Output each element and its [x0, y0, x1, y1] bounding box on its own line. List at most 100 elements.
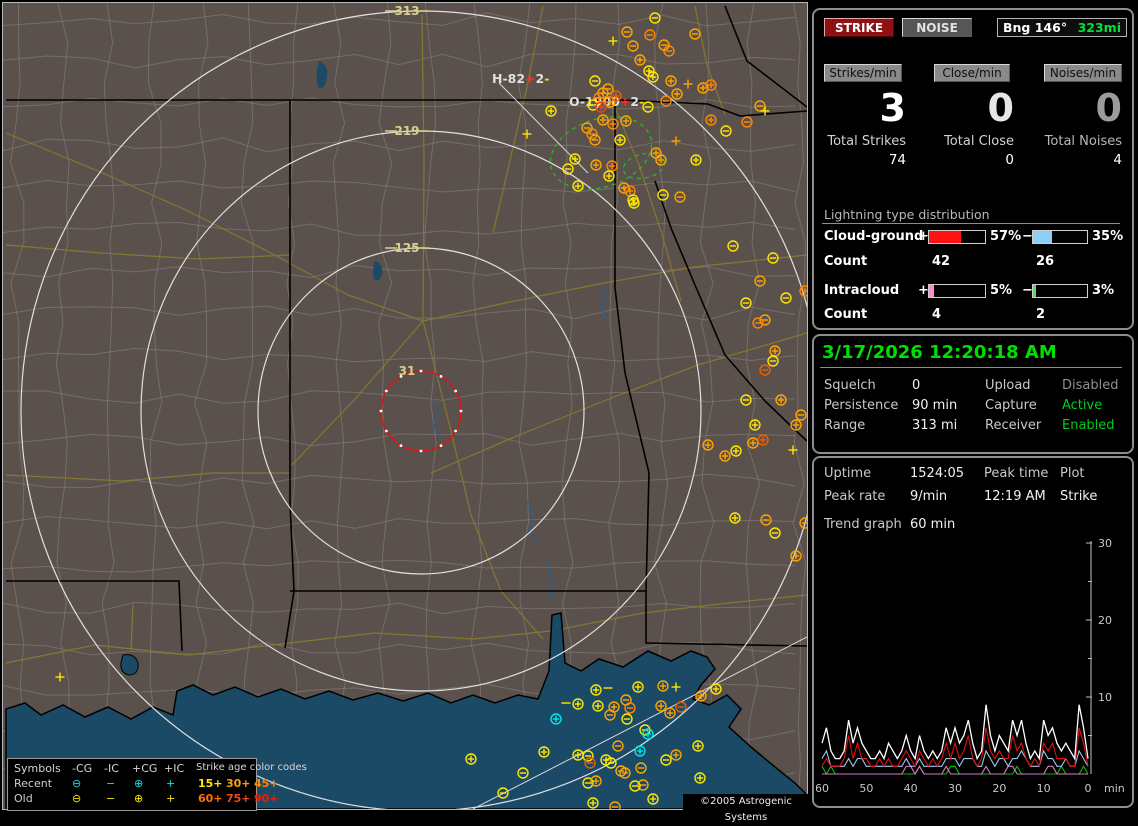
- map-legend: Symbols -CG -IC +CG +IC Strike age color…: [7, 758, 307, 811]
- svg-text:219: 219: [394, 124, 419, 138]
- recent-nic-icon: −: [106, 777, 116, 790]
- persistence-label: Persistence: [824, 398, 899, 413]
- svg-text:0: 0: [1085, 782, 1092, 795]
- old-pic-icon: +: [166, 792, 176, 805]
- svg-text:313: 313: [394, 4, 419, 18]
- svg-text:40: 40: [904, 782, 918, 795]
- noises-per-min-chip[interactable]: Noises/min: [1044, 64, 1122, 82]
- svg-text:min: min: [1104, 782, 1125, 795]
- age-75: 75+: [226, 792, 251, 805]
- neg-ic-bar: [1032, 284, 1088, 298]
- svg-text:10: 10: [1098, 691, 1112, 704]
- legend-row-recent-label: Recent: [14, 777, 53, 790]
- noises-column: 0 Total Noises 4: [1032, 88, 1122, 168]
- pos-ic-pct: 5%: [990, 283, 1013, 298]
- trend-graph-label: Trend graph: [824, 517, 902, 532]
- pos-ic-count: 4: [932, 307, 942, 322]
- sidebar: STRIKE NOISE Bng 146° 323mi Strikes/min …: [810, 0, 1138, 812]
- squelch-value: 0: [912, 378, 921, 393]
- strike-stats-panel: STRIKE NOISE Bng 146° 323mi Strikes/min …: [812, 8, 1134, 330]
- old-ncg-icon: ⊖: [72, 792, 82, 805]
- age-60: 60+: [198, 792, 223, 805]
- legend-col-nic: -IC: [104, 762, 119, 775]
- map-svg: 31321912531 H-82+2-O-1900+2-: [3, 3, 807, 809]
- capture-status: Active: [1062, 398, 1103, 413]
- old-pcg-icon: ⊕: [134, 792, 144, 805]
- squelch-label: Squelch: [824, 378, 876, 393]
- cloud-ground-label: Cloud-ground: [824, 229, 924, 244]
- app-window: 313 219 125 31 H-82+2- O-1900+2- Symbols -CG…: [0, 0, 1138, 823]
- strikes-per-min-chip[interactable]: Strikes/min: [824, 64, 902, 82]
- close-per-min-value: 0: [987, 86, 1014, 130]
- old-nic-icon: −: [106, 792, 116, 805]
- svg-text:20: 20: [1098, 614, 1112, 627]
- divider: [822, 223, 1120, 224]
- range-label: Range: [824, 418, 866, 433]
- legend-age-title: Strike age color codes: [196, 762, 307, 773]
- recent-pcg-icon: ⊕: [134, 777, 144, 790]
- recent-ncg-icon: ⊖: [72, 777, 82, 790]
- age-30: 30+: [226, 777, 251, 790]
- uptime-value: 1524:05: [910, 466, 965, 481]
- divider: [820, 367, 1122, 368]
- pos-cg-pct: 57%: [990, 229, 1022, 244]
- close-column: 0 Total Close 0: [924, 88, 1014, 168]
- recent-pic-icon: +: [166, 777, 176, 790]
- persistence-value: 90 min: [912, 398, 958, 413]
- svg-text:30: 30: [1098, 537, 1112, 550]
- uptime-label: Uptime: [824, 466, 872, 481]
- legend-col-ncg: -CG: [72, 762, 93, 775]
- age-90: 90+: [254, 792, 279, 805]
- peak-rate-value: 9/min: [910, 489, 948, 504]
- distribution-title: Lightning type distribution: [824, 207, 990, 222]
- capture-label: Capture: [985, 398, 1037, 413]
- svg-text:H-82+2-: H-82+2-: [492, 71, 549, 86]
- total-close-label: Total Close: [944, 134, 1014, 149]
- age-15: 15+: [198, 777, 223, 790]
- upload-status: Disabled: [1062, 378, 1119, 393]
- bearing-indicator: Bng 146° 323mi: [997, 18, 1127, 37]
- pos-ic-bar: [928, 284, 986, 298]
- trend-panel: Uptime 1524:05 Peak time Plot Peak rate …: [812, 456, 1134, 808]
- map-canvas[interactable]: 313 219 125 31 H-82+2- O-1900+2- Symbols -CG…: [2, 2, 809, 823]
- svg-text:10: 10: [1037, 782, 1051, 795]
- legend-col-pic: +IC: [164, 762, 185, 775]
- pos-cg-count: 42: [932, 254, 951, 269]
- svg-text:20: 20: [992, 782, 1006, 795]
- total-close-value: 0: [1005, 152, 1014, 168]
- trend-graph-window: 60 min: [910, 517, 956, 532]
- datetime-display: 3/17/2026 12:20:18 AM: [822, 342, 1057, 363]
- legend-col-pcg: +CG: [132, 762, 158, 775]
- strike-button[interactable]: STRIKE: [824, 18, 894, 37]
- svg-text:125: 125: [394, 241, 419, 255]
- close-per-min-chip[interactable]: Close/min: [934, 64, 1010, 82]
- total-noises-value: 4: [1113, 152, 1122, 168]
- age-45: 45+: [254, 777, 279, 790]
- legend-symbols-title: Symbols: [14, 762, 61, 775]
- pos-cg-bar: [928, 230, 986, 244]
- svg-text:60: 60: [816, 782, 829, 795]
- range-value: 313 mi: [912, 418, 958, 433]
- upload-label: Upload: [985, 378, 1031, 393]
- neg-cg-count: 26: [1036, 254, 1055, 269]
- legend-row-old-label: Old: [14, 792, 33, 805]
- bearing-label: Bng 146°: [1003, 20, 1068, 35]
- noise-button[interactable]: NOISE: [902, 18, 972, 37]
- neg-ic-count: 2: [1036, 307, 1046, 322]
- bearing-range: 323mi: [1077, 20, 1121, 35]
- plot-label: Plot: [1060, 466, 1085, 481]
- receiver-label: Receiver: [985, 418, 1042, 433]
- strikes-column: 3 Total Strikes 74: [820, 88, 906, 168]
- plot-mode-value: Strike: [1060, 489, 1098, 504]
- intracloud-label: Intracloud: [824, 283, 900, 298]
- count-label: Count: [824, 254, 868, 269]
- strikes-per-min-value: 3: [879, 86, 906, 130]
- total-strikes-value: 74: [888, 152, 906, 168]
- noises-per-min-value: 0: [1095, 86, 1122, 130]
- peak-time-value: 12:19 AM: [984, 489, 1046, 504]
- neg-cg-bar: [1032, 230, 1088, 244]
- trend-graph: 10 20 30 60 50 40 30 20 10 0 min: [816, 537, 1125, 795]
- svg-text:31: 31: [399, 364, 416, 378]
- total-noises-label: Total Noises: [1044, 134, 1122, 149]
- count-label: Count: [824, 307, 868, 322]
